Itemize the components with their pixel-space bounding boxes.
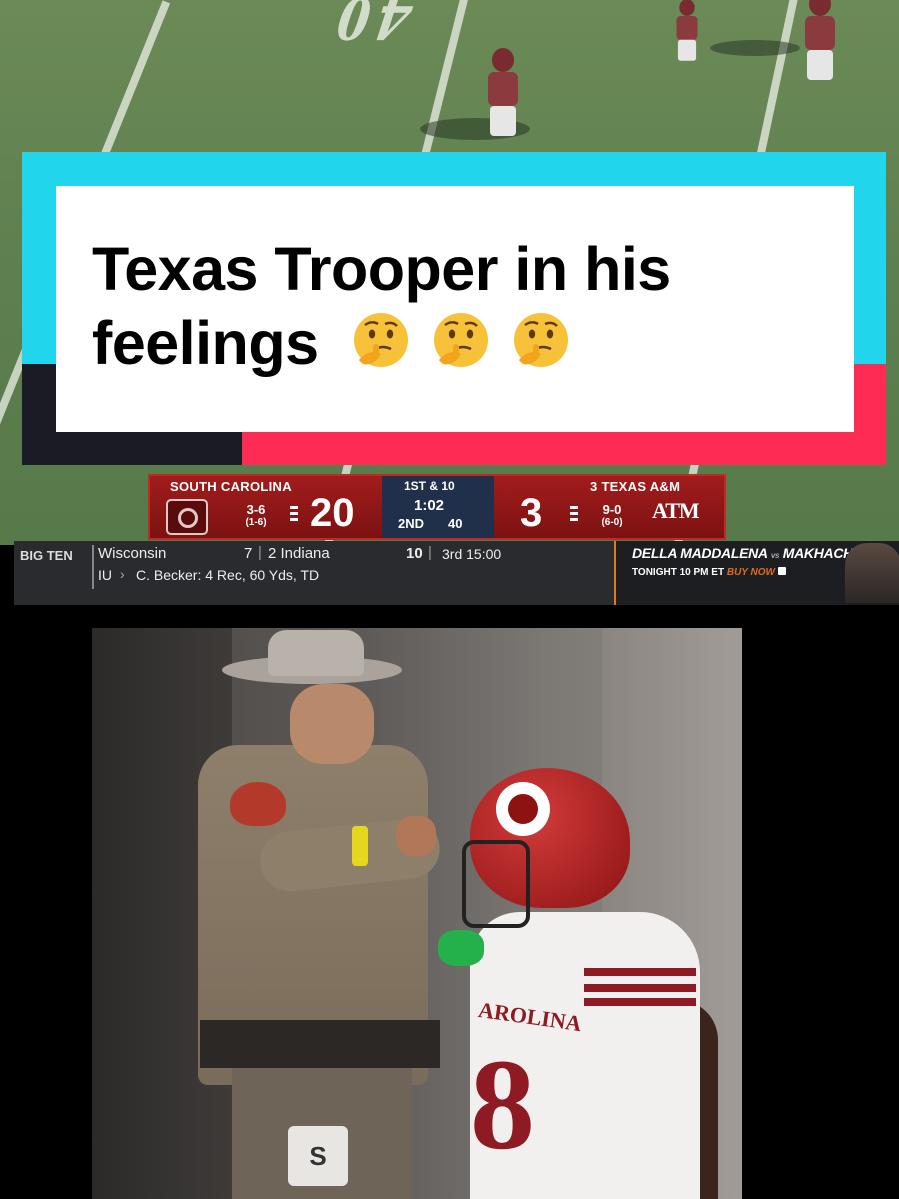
shoulder-patch [230, 782, 286, 826]
thinking-face-icon [433, 312, 488, 367]
wristband [352, 826, 368, 866]
ticker-divider-glyph: | [428, 544, 432, 561]
away-score: 3 [520, 491, 543, 535]
ticker-promo[interactable]: DELLA MADDALENA vs MAKHACHEV TONIGHT 10 … [614, 541, 899, 605]
scorebug-away-panel: 3 TEXAS A&M 3 9-0 (6-0) ATM [494, 476, 724, 538]
home-score: 20 [310, 491, 355, 535]
timeouts-icon [570, 506, 578, 524]
promo-subline: TONIGHT 10 PM ET BUY NOW [632, 567, 786, 578]
duty-belt [200, 1020, 440, 1068]
cowboy-hat-crown [268, 630, 364, 676]
green-glove [438, 930, 484, 966]
jersey-stripe [584, 984, 696, 992]
fighter-photo [845, 543, 899, 603]
field-yard-number: 40 [318, 0, 422, 55]
ticker-stat-team: IU [98, 567, 112, 583]
credential-badge: S [288, 1126, 348, 1186]
gamecocks-logo-icon [166, 499, 208, 535]
down-distance: 1ST & 10 [404, 479, 455, 493]
scorebug-home-panel: SOUTH CAROLINA 3-6 (1-6) 20 [150, 476, 382, 538]
play-icon [777, 567, 786, 575]
caption-emoji-row: 🤔🤔🤔 [345, 310, 577, 374]
game-clock: 1:02 [414, 497, 445, 514]
caption-line-2-text: feelings [92, 309, 319, 377]
quarter: 2ND [398, 516, 425, 531]
texas-am-logo-icon: ATM [652, 498, 700, 523]
score-ticker: BIG TEN Wisconsin 7 | 2 Indiana 10 | 3rd… [14, 541, 899, 605]
jersey-stripe [584, 998, 696, 1006]
gamecocks-helmet-logo-icon [496, 782, 550, 836]
promo-vs: vs [770, 551, 780, 560]
trooper-face [290, 684, 374, 764]
promo-fighter-a: DELLA MADDALENA [632, 545, 768, 561]
jersey-stripe [584, 968, 696, 976]
home-team-name: SOUTH CAROLINA [170, 479, 292, 494]
ticker-conference: BIG TEN [20, 548, 73, 563]
away-record: 9-0 [602, 502, 622, 517]
yard-line-indicator: 40 [448, 516, 463, 531]
player-shadow [710, 40, 800, 56]
ticker-period: 3rd 15:00 [442, 546, 502, 562]
chevron-right-icon: › [120, 566, 125, 582]
ticker-score-2: 10 [406, 545, 423, 562]
home-record: 3-6 [246, 502, 266, 517]
ticker-divider [92, 545, 94, 589]
ticker-team-2: 2 Indiana [268, 545, 330, 562]
caption-line-2: feelings 🤔🤔🤔 [92, 306, 832, 380]
promo-cta[interactable]: BUY NOW [727, 567, 775, 578]
field-player [805, 0, 835, 80]
field-player [488, 48, 518, 136]
scorebug-game-state: 1ST & 10 1:02 2ND 40 [382, 476, 494, 538]
home-conf-record: (1-6) [245, 517, 267, 528]
ticker-divider-glyph: | [258, 544, 262, 561]
jersey-number: 8 [470, 1033, 535, 1177]
facemask [462, 840, 530, 928]
promo-time: TONIGHT 10 PM ET [632, 567, 725, 578]
caption-line-1: Texas Trooper in his [92, 235, 671, 303]
field-player [676, 0, 698, 61]
ticker-team-1: Wisconsin [98, 545, 167, 562]
ticker-stat-line: C. Becker: 4 Rec, 60 Yds, TD [136, 567, 320, 583]
caption-text: Texas Trooper in his feelings 🤔🤔🤔 [92, 232, 832, 380]
thinking-face-icon [513, 312, 568, 367]
away-team-name: 3 TEXAS A&M [590, 479, 681, 494]
timeouts-icon [290, 506, 298, 524]
scorebug: SOUTH CAROLINA 3-6 (1-6) 20 1ST & 10 1:0… [148, 474, 726, 540]
promo-title: DELLA MADDALENA vs MAKHACHEV [632, 545, 871, 561]
away-conf-record: (6-0) [601, 517, 623, 528]
thinking-face-icon [353, 312, 408, 367]
trooper-hand [396, 816, 436, 856]
ticker-score-1: 7 [244, 545, 253, 562]
